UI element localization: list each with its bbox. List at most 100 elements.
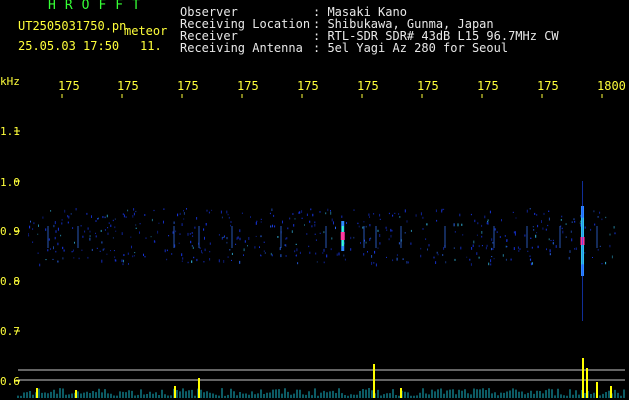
- noise-speck: [536, 232, 538, 234]
- noise-speck: [61, 222, 63, 225]
- noise-speck: [89, 237, 91, 241]
- noise-speck: [461, 223, 463, 226]
- noise-speck: [295, 243, 297, 245]
- noise-speck: [127, 209, 129, 212]
- noise-speck: [410, 229, 412, 232]
- noise-speck: [134, 252, 136, 254]
- noise-speck: [529, 208, 531, 210]
- noise-speck: [231, 252, 233, 255]
- noise-speck: [67, 215, 68, 218]
- noise-speck: [260, 235, 262, 238]
- noise-speck: [218, 234, 220, 236]
- noise-speck: [63, 249, 65, 252]
- noise-speck: [433, 256, 435, 259]
- noise-speck: [226, 210, 228, 214]
- noise-speck: [386, 256, 387, 258]
- noise-speck: [560, 219, 562, 221]
- noise-speck: [260, 218, 262, 220]
- noise-speck: [531, 246, 533, 249]
- noise-speck: [199, 247, 201, 249]
- noise-speck: [287, 227, 289, 230]
- noise-speck: [536, 214, 538, 216]
- noise-speck: [584, 226, 586, 229]
- noise-speck: [204, 236, 205, 240]
- noise-speck: [64, 209, 66, 213]
- noise-speck: [515, 217, 517, 219]
- noise-speck: [311, 225, 313, 228]
- noise-speck: [229, 249, 231, 251]
- noise-speck: [89, 235, 91, 237]
- meteor-echo-peak: [340, 232, 345, 240]
- noise-speck: [488, 262, 490, 266]
- noise-speck: [190, 240, 192, 244]
- noise-speck: [186, 208, 187, 210]
- noise-speck: [493, 258, 495, 260]
- noise-speck: [422, 216, 424, 219]
- noise-speck: [331, 237, 333, 240]
- noise-speck: [399, 216, 401, 218]
- noise-speck: [454, 231, 456, 233]
- noise-speck: [315, 239, 317, 241]
- noise-speck: [239, 260, 241, 264]
- noise-speck: [443, 247, 445, 250]
- noise-speck: [545, 228, 547, 231]
- noise-speck: [492, 248, 494, 250]
- noise-speck: [481, 231, 483, 234]
- noise-speck: [565, 223, 567, 225]
- noise-speck: [231, 259, 232, 261]
- noise-speck: [322, 252, 324, 254]
- noise-speck: [323, 248, 325, 252]
- noise-speck: [292, 213, 294, 215]
- noise-speck: [487, 221, 489, 223]
- noise-speck: [546, 248, 547, 251]
- noise-speck: [406, 220, 408, 223]
- noise-speck: [166, 249, 168, 252]
- noise-speck: [191, 260, 193, 263]
- noise-speck: [150, 236, 152, 238]
- noise-speck: [143, 253, 144, 256]
- noise-speck: [135, 227, 137, 229]
- noise-speck: [379, 213, 381, 217]
- noise-speck: [527, 250, 529, 252]
- noise-speck: [471, 247, 473, 250]
- noise-speck: [29, 225, 31, 229]
- noise-speck: [62, 246, 64, 250]
- noise-speck: [549, 249, 551, 253]
- noise-speck: [453, 247, 455, 249]
- noise-speck: [613, 226, 615, 229]
- noise-speck: [437, 253, 439, 256]
- noise-speck: [107, 227, 109, 229]
- noise-speck: [312, 213, 314, 217]
- noise-speck: [87, 256, 89, 259]
- noise-speck: [73, 257, 75, 259]
- noise-speck: [72, 227, 74, 229]
- noise-speck: [179, 233, 181, 235]
- noise-speck: [404, 232, 406, 234]
- noise-speck: [565, 236, 567, 238]
- noise-speck: [375, 263, 377, 267]
- noise-speck: [91, 215, 92, 218]
- noise-speck: [221, 216, 223, 219]
- noise-speck: [386, 229, 388, 231]
- noise-speck: [224, 235, 225, 238]
- noise-speck: [243, 248, 245, 252]
- noise-speck: [91, 248, 93, 251]
- noise-speck: [47, 249, 49, 252]
- noise-speck: [571, 238, 573, 242]
- noise-speck: [369, 238, 371, 241]
- noise-speck: [469, 258, 471, 261]
- noise-speck: [39, 263, 41, 267]
- noise-speck: [505, 258, 507, 261]
- noise-speck: [55, 250, 57, 253]
- noise-speck: [555, 245, 557, 248]
- noise-speck: [309, 220, 311, 223]
- noise-speck: [561, 215, 563, 218]
- noise-speck: [548, 238, 550, 241]
- noise-speck: [427, 248, 428, 251]
- spectrogram-plot: [14, 94, 625, 398]
- noise-speck: [484, 215, 486, 219]
- noise-speck: [314, 233, 316, 235]
- noise-speck: [584, 252, 586, 254]
- noise-speck: [239, 237, 241, 241]
- noise-speck: [166, 258, 168, 261]
